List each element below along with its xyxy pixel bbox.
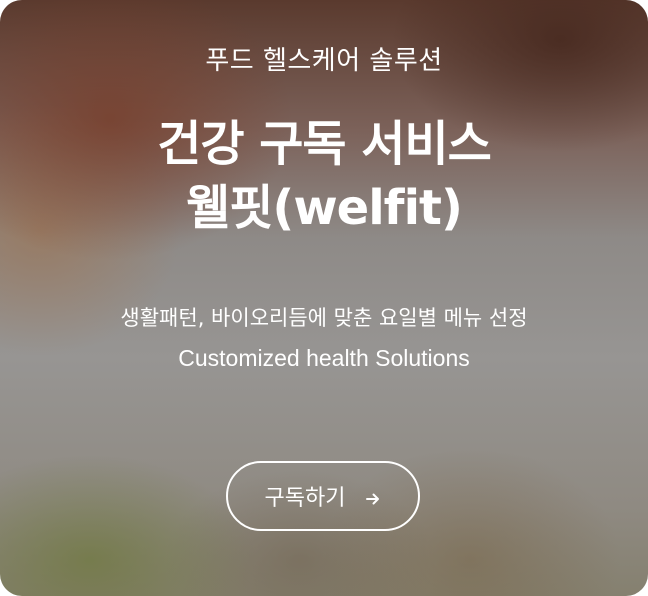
hero-content: 푸드 헬스케어 솔루션 건강 구독 서비스 웰핏(welfit) 생활패턴, 바… [0,0,648,596]
hero-subtitle-english: Customized health Solutions [178,345,470,371]
hero-headline: 건강 구독 서비스 웰핏(welfit) [0,112,648,240]
hero-headline-line2: 웰핏(welfit) [186,180,463,236]
subscribe-button[interactable]: 구독하기 [226,461,420,531]
hero-eyebrow: 푸드 헬스케어 솔루션 [205,46,443,76]
hero-card: 푸드 헬스케어 솔루션 건강 구독 서비스 웰핏(welfit) 생활패턴, 바… [0,0,648,596]
arrow-right-icon [365,488,381,505]
hero-headline-line1: 건강 구독 서비스 [157,116,492,172]
subscribe-button-label: 구독하기 [264,486,346,511]
hero-subtitle-korean: 생활패턴, 바이오리듬에 맞춘 요일별 메뉴 선정 [120,306,528,330]
